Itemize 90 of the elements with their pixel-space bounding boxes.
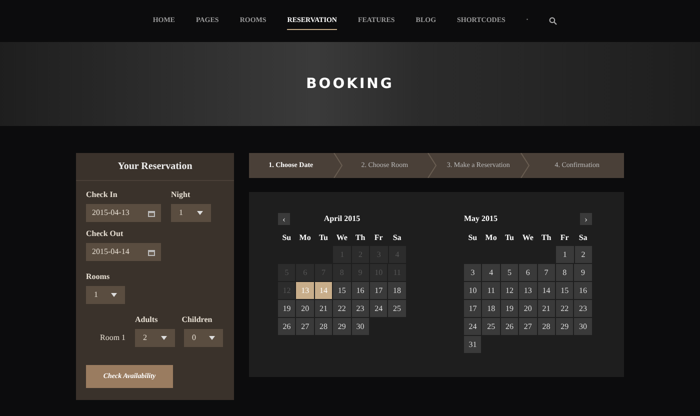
calendar-day[interactable]: 19 bbox=[500, 300, 518, 317]
calendar-day[interactable]: 20 bbox=[519, 300, 537, 317]
weekday-label: Su bbox=[467, 232, 478, 244]
chevron-icon bbox=[426, 153, 436, 178]
calendar-day[interactable]: 11 bbox=[482, 282, 500, 299]
adults-select[interactable]: 2 bbox=[135, 329, 175, 347]
date-field[interactable]: 2015-04-14 bbox=[86, 243, 161, 261]
calendar-day[interactable]: 8 bbox=[556, 264, 574, 281]
calendar-day[interactable]: 15 bbox=[556, 282, 574, 299]
calendar-day[interactable]: 20 bbox=[296, 300, 314, 317]
search-icon[interactable] bbox=[549, 17, 558, 25]
calendar-day[interactable]: 13 bbox=[519, 282, 537, 299]
chevron-icon bbox=[332, 153, 343, 178]
caret-icon bbox=[161, 336, 167, 340]
calendar-day[interactable]: 28 bbox=[314, 318, 332, 335]
field-label: Night bbox=[171, 189, 192, 201]
calendar-day[interactable]: 24 bbox=[464, 318, 482, 335]
calendar-day[interactable]: 18 bbox=[482, 300, 500, 317]
calendar-day[interactable]: 29 bbox=[333, 318, 351, 335]
calendar-day[interactable]: 21 bbox=[538, 300, 555, 317]
caret-icon bbox=[209, 336, 215, 340]
weekday-label: Tu bbox=[318, 232, 329, 244]
calendar-day[interactable]: 22 bbox=[333, 300, 351, 317]
panel-title: Your Reservation bbox=[118, 160, 192, 174]
weekday-label: Mo bbox=[298, 232, 312, 244]
caret-icon bbox=[197, 211, 203, 215]
calendar-day[interactable]: 14 bbox=[538, 282, 555, 299]
weekday-label: Sa bbox=[392, 232, 402, 244]
calendar-day[interactable]: 21 bbox=[314, 300, 332, 317]
weekday-label: We bbox=[335, 232, 348, 244]
weekday-label: We bbox=[521, 232, 534, 244]
calendar-day[interactable]: 19 bbox=[278, 300, 296, 317]
night-select[interactable]: 1 bbox=[171, 204, 211, 222]
calendar-day[interactable]: 24 bbox=[370, 300, 388, 317]
children-select[interactable]: 0 bbox=[184, 329, 223, 347]
calendar-day[interactable]: 10 bbox=[464, 282, 482, 299]
calendar-day[interactable]: 15 bbox=[333, 282, 351, 299]
rooms-select[interactable]: 1 bbox=[86, 286, 125, 304]
calendar-day[interactable]: 16 bbox=[574, 282, 592, 299]
calendar-day[interactable]: 28 bbox=[538, 318, 555, 335]
date-field[interactable]: 2015-04-13 bbox=[86, 204, 161, 222]
calendar-day[interactable]: 17 bbox=[464, 300, 482, 317]
calendar-day[interactable]: 27 bbox=[519, 318, 537, 335]
calendar-day[interactable]: 17 bbox=[370, 282, 388, 299]
month-title: May 2015 bbox=[464, 213, 498, 225]
weekday-label: Fr bbox=[559, 232, 570, 244]
calendar-day[interactable]: 4 bbox=[482, 264, 500, 281]
room-label: Room 1 bbox=[99, 332, 127, 344]
field-label: Check Out bbox=[86, 228, 124, 240]
calendar-day[interactable]: 25 bbox=[388, 300, 406, 317]
field-label: Children bbox=[182, 314, 212, 326]
weekday-label: Tu bbox=[504, 232, 515, 244]
page-title: BOOKING bbox=[306, 74, 394, 94]
calendar-day[interactable]: 6 bbox=[519, 264, 537, 281]
calendar-icon bbox=[148, 248, 155, 256]
calendar-day[interactable]: 22 bbox=[556, 300, 574, 317]
field-label: Rooms bbox=[86, 271, 111, 283]
calendar-day[interactable]: 16 bbox=[352, 282, 369, 299]
field-label: Check In bbox=[86, 189, 118, 201]
weekday-label: Sa bbox=[578, 232, 588, 244]
weekday-label: Su bbox=[281, 232, 292, 244]
calendar-icon bbox=[148, 210, 155, 216]
month-title: April 2015 bbox=[324, 213, 360, 225]
calendar-day[interactable]: 26 bbox=[278, 318, 296, 335]
calendar-day[interactable]: 5 bbox=[500, 264, 518, 281]
calendar-day[interactable]: 25 bbox=[482, 318, 500, 335]
calendar-day[interactable]: 18 bbox=[388, 282, 406, 299]
weekday-label: Mo bbox=[484, 232, 498, 244]
calendar-day[interactable]: 27 bbox=[296, 318, 314, 335]
calendar-day[interactable]: 29 bbox=[556, 318, 574, 335]
calendar-day[interactable]: 9 bbox=[574, 264, 592, 281]
calendar-day[interactable]: 1 bbox=[556, 246, 574, 263]
calendar-day[interactable]: 3 bbox=[464, 264, 482, 281]
next-month-button[interactable]: › bbox=[580, 213, 592, 225]
calendar-day[interactable]: 7 bbox=[538, 264, 555, 281]
weekday-label: Fr bbox=[373, 232, 384, 244]
calendar-day[interactable]: 23 bbox=[352, 300, 369, 317]
weekday-label: Th bbox=[540, 232, 552, 244]
calendar-day[interactable]: 30 bbox=[574, 318, 592, 335]
calendar-day[interactable]: 23 bbox=[574, 300, 592, 317]
calendar-day[interactable]: 12 bbox=[500, 282, 518, 299]
calendar-day[interactable]: 30 bbox=[352, 318, 369, 335]
weekday-label: Th bbox=[354, 232, 366, 244]
caret-icon bbox=[111, 293, 117, 297]
chevron-icon bbox=[520, 153, 530, 178]
field-label: Adults bbox=[135, 314, 158, 326]
previous-month-button[interactable]: ‹ bbox=[278, 213, 290, 225]
calendar-day[interactable]: 2 bbox=[574, 246, 592, 263]
calendar-day[interactable]: 26 bbox=[500, 318, 518, 335]
calendar-day[interactable]: 31 bbox=[464, 336, 482, 353]
